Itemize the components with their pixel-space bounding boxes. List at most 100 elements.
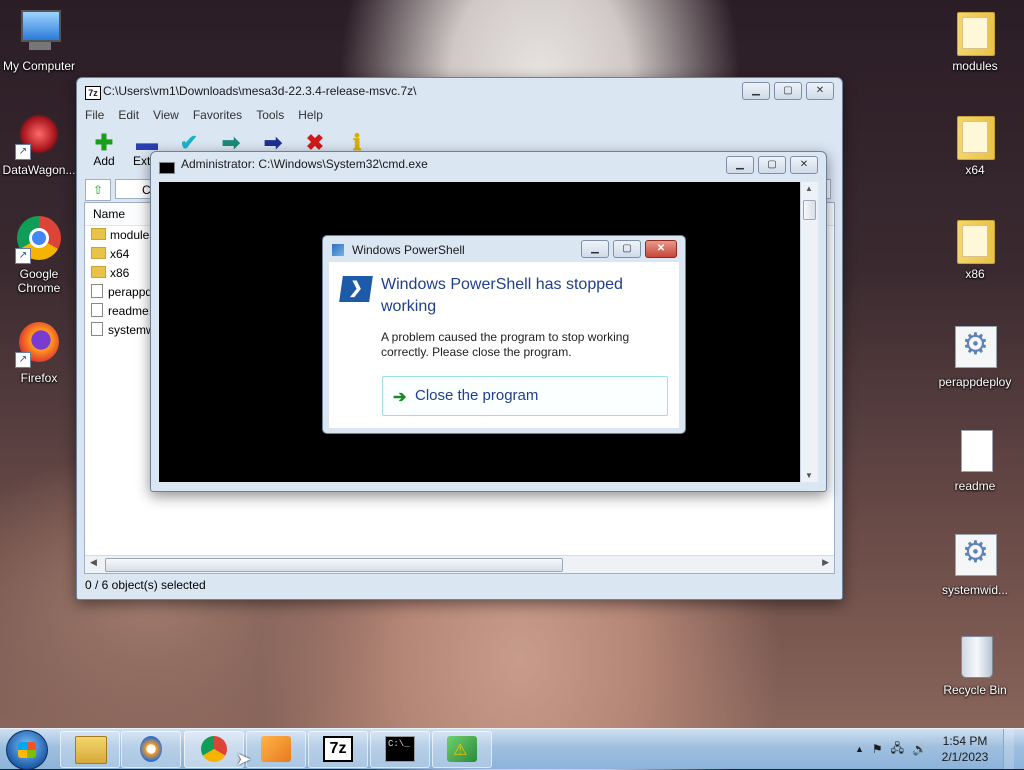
scroll-up-icon[interactable]: ▲ [805, 184, 813, 193]
sevenzip-titlebar[interactable]: 7z C:\Users\vm1\Downloads\mesa3d-22.3.4-… [77, 78, 842, 104]
explorer-icon [75, 736, 107, 764]
desktop-icon-modules[interactable]: modules [935, 8, 1015, 73]
close-program-button[interactable]: ➔ Close the program [382, 376, 668, 416]
folder-icon [91, 247, 106, 259]
desktop-icon-label: My Computer [2, 59, 76, 73]
maximize-button[interactable]: ▢ [613, 240, 641, 258]
horizontal-scrollbar[interactable]: ◀ ▶ [85, 555, 834, 573]
clock[interactable]: 1:54 PM 2/1/2023 [935, 733, 995, 765]
volume-icon[interactable]: 🔊 [912, 742, 927, 756]
scroll-down-icon[interactable]: ▼ [805, 471, 813, 480]
datawagon-icon: ↗ [15, 112, 63, 160]
minimize-button[interactable]: ▁ [726, 156, 754, 174]
taskbar-chrome[interactable] [184, 731, 244, 768]
text-file-icon [951, 428, 999, 476]
desktop-icon-systemwide[interactable]: systemwid... [935, 532, 1015, 597]
desktop-icon-readme[interactable]: readme [935, 428, 1015, 493]
computer-icon [15, 8, 63, 56]
dialog-title: Windows PowerShell [352, 243, 465, 257]
7zip-icon: 7z [85, 86, 101, 100]
desktop-icon-perappdeploy[interactable]: perappdeploy [935, 324, 1015, 389]
file-name: readme. [108, 304, 153, 318]
dialog-titlebar[interactable]: Windows PowerShell ▁ ▢ ✕ [323, 236, 685, 262]
taskbar-powershell-error[interactable]: ⚠ [432, 731, 492, 768]
status-text: 0 / 6 object(s) selected [85, 578, 206, 592]
clock-time: 1:54 PM [942, 734, 988, 748]
firefox-icon: ↗ [15, 320, 63, 368]
desktop-icon-x64[interactable]: x64 [935, 112, 1015, 177]
desktop-icon-google-chrome[interactable]: ↗ Google Chrome [0, 216, 79, 295]
show-hidden-icons-icon[interactable]: ▲ [855, 744, 864, 754]
scroll-right-icon[interactable]: ▶ [822, 557, 829, 568]
menu-edit[interactable]: Edit [118, 108, 139, 122]
desktop-icon-datawagon[interactable]: ↗ DataWagon... [0, 112, 79, 177]
menu-bar: File Edit View Favorites Tools Help [85, 108, 323, 122]
file-name: modules [110, 228, 156, 242]
window-title: Administrator: C:\Windows\System32\cmd.e… [181, 157, 428, 171]
powershell-error-dialog[interactable]: Windows PowerShell ▁ ▢ ✕ ❯ Windows Power… [322, 235, 686, 434]
start-button[interactable] [6, 730, 48, 770]
shortcut-arrow-icon: ↗ [15, 352, 31, 368]
green-arrow-icon: ➔ [393, 389, 407, 406]
powershell-icon [332, 244, 344, 256]
taskbar-cmd[interactable]: C:\_ [370, 731, 430, 768]
maximize-button[interactable]: ▢ [758, 156, 786, 174]
cmd-icon: C:\_ [385, 736, 415, 762]
network-icon[interactable]: 🖧 [891, 739, 904, 760]
desktop-icon-label: Firefox [20, 371, 58, 385]
desktop-icon-label: x86 [965, 267, 985, 281]
cmd-icon [159, 162, 175, 174]
powershell-logo-icon: ❯ [339, 276, 373, 302]
vertical-scrollbar[interactable]: ▲ ▼ [800, 182, 818, 482]
taskbar-7zip[interactable]: 7z [308, 731, 368, 768]
menu-view[interactable]: View [153, 108, 179, 122]
up-folder-button[interactable]: ⇧ [85, 179, 111, 201]
minimize-button[interactable]: ▁ [742, 82, 770, 100]
scrollbar-thumb[interactable] [803, 200, 816, 220]
scroll-left-icon[interactable]: ◀ [90, 557, 97, 568]
maximize-button[interactable]: ▢ [774, 82, 802, 100]
shortcut-arrow-icon: ↗ [15, 144, 31, 160]
close-button[interactable]: ✕ [790, 156, 818, 174]
action-center-icon[interactable]: ⚑ [872, 742, 883, 756]
cmd-titlebar[interactable]: Administrator: C:\Windows\System32\cmd.e… [151, 152, 826, 178]
7zip-icon: 7z [323, 736, 353, 762]
taskbar-media-player[interactable] [121, 731, 181, 768]
error-message: A problem caused the program to stop wor… [381, 330, 630, 359]
minimize-button[interactable]: ▁ [581, 240, 609, 258]
desktop-icon-firefox[interactable]: ↗ Firefox [0, 320, 79, 385]
taskbar-explorer[interactable] [60, 731, 120, 768]
desktop-icon-x86[interactable]: x86 [935, 216, 1015, 281]
scrollbar-thumb[interactable] [105, 558, 563, 572]
close-button[interactable]: ✕ [645, 240, 677, 258]
dialog-body: ❯ Windows PowerShell has stopped working… [329, 262, 679, 428]
menu-tools[interactable]: Tools [256, 108, 284, 122]
menu-help[interactable]: Help [298, 108, 323, 122]
folder-icon [951, 8, 999, 56]
close-button[interactable]: ✕ [806, 82, 834, 100]
desktop-icon-recycle-bin[interactable]: Recycle Bin [935, 632, 1015, 697]
text-file-icon [91, 303, 103, 317]
desktop-icon-label: Google Chrome [17, 267, 61, 295]
system-tray: ▲ ⚑ 🖧 🔊 1:54 PM 2/1/2023 [855, 729, 1014, 769]
cmd-icon-text: C:\_ [388, 739, 410, 749]
add-button[interactable]: ✚ Add [84, 132, 124, 169]
7zip-icon-text: 7z [329, 740, 347, 757]
file-name: systemw [108, 323, 155, 337]
desktop-icon-label: x64 [965, 163, 985, 177]
window-title: C:\Users\vm1\Downloads\mesa3d-22.3.4-rel… [103, 84, 417, 98]
desktop-icon-my-computer[interactable]: My Computer [0, 8, 79, 73]
desktop-icon-label: perappdeploy [938, 375, 1012, 389]
shortcut-arrow-icon: ↗ [15, 248, 31, 264]
file-name: x86 [110, 266, 130, 280]
clock-date: 2/1/2023 [941, 750, 989, 764]
menu-favorites[interactable]: Favorites [193, 108, 242, 122]
chrome-icon [201, 736, 227, 762]
menu-file[interactable]: File [85, 108, 104, 122]
media-player-icon [140, 736, 162, 762]
file-name: perappd [108, 285, 153, 299]
desktop-icon-label: DataWagon... [2, 163, 76, 177]
taskbar: 7z C:\_ ⚠ ➤ ▲ ⚑ 🖧 🔊 1:54 PM 2/1/2023 [0, 728, 1024, 770]
taskbar-datawagon[interactable] [246, 731, 306, 768]
show-desktop-button[interactable] [1003, 729, 1014, 769]
